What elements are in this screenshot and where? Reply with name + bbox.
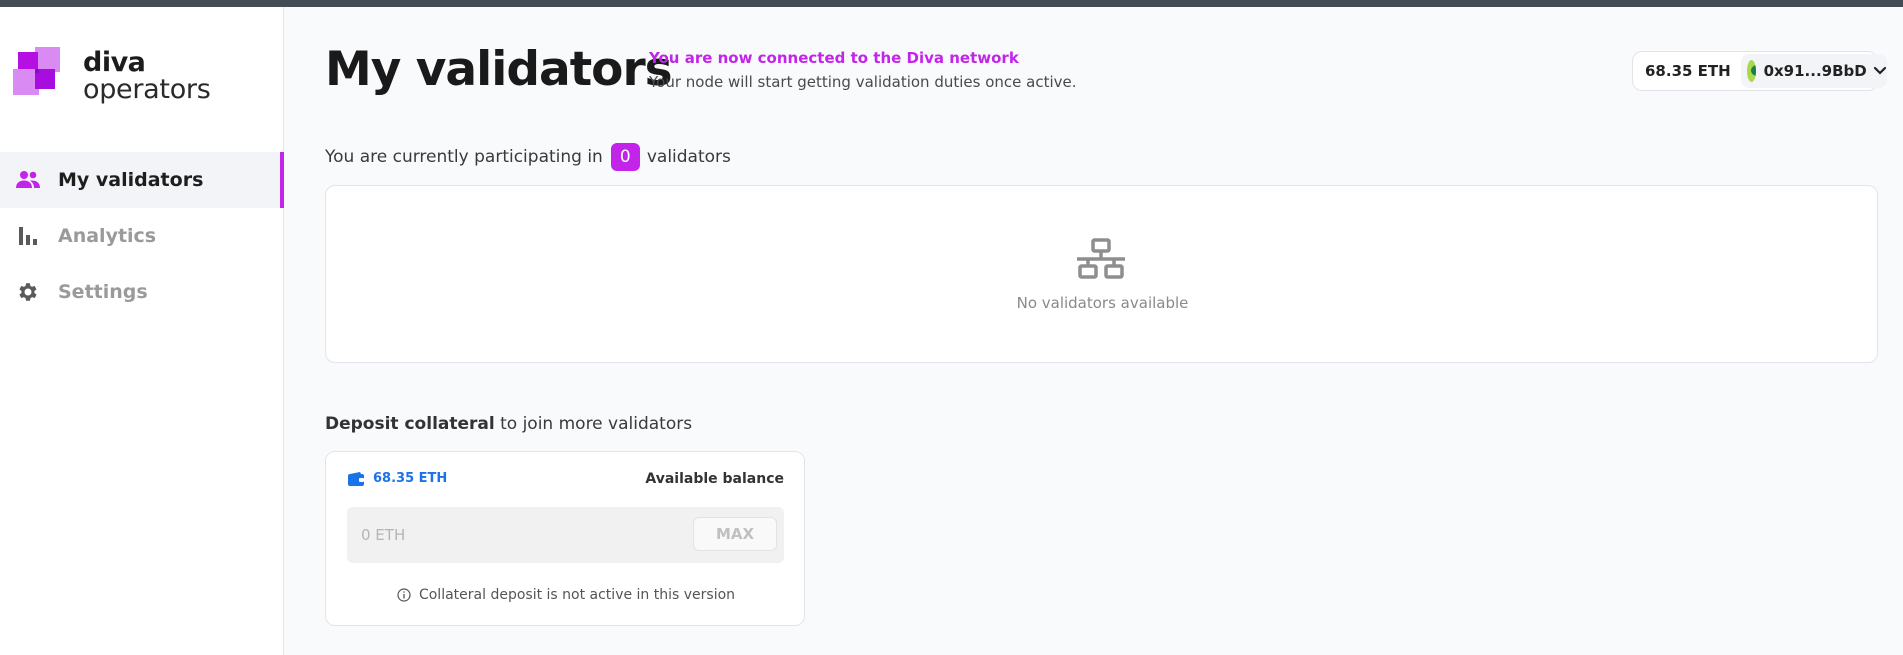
deposit-heading-rest: to join more validators xyxy=(494,414,693,434)
bar-chart-icon xyxy=(15,223,41,249)
sidebar: diva operators My validators Analytics S… xyxy=(0,7,284,655)
deposit-balance: 68.35 ETH xyxy=(373,471,448,486)
page-title: My validators xyxy=(325,42,673,97)
max-button[interactable]: MAX xyxy=(693,517,777,551)
validator-count-badge: 0 xyxy=(610,143,640,171)
participation-suffix: validators xyxy=(646,147,731,167)
sidebar-item-label: My validators xyxy=(58,169,204,191)
sidebar-item-label: Analytics xyxy=(58,225,157,247)
avatar xyxy=(1746,60,1756,82)
sidebar-item-label: Settings xyxy=(58,281,148,303)
deposit-heading: Deposit collateral to join more validato… xyxy=(325,414,692,434)
gear-icon xyxy=(15,279,41,305)
account-button[interactable]: 0x91...9BbD xyxy=(1740,54,1887,88)
deposit-note-text: Collateral deposit is not active in this… xyxy=(418,587,736,603)
info-icon xyxy=(397,588,411,602)
wallet-address: 0x91...9BbD xyxy=(1763,62,1867,80)
sidebar-nav: My validators Analytics Settings xyxy=(0,152,284,320)
chevron-down-icon xyxy=(1873,66,1887,76)
network-icon xyxy=(1077,238,1125,279)
diva-logo-icon xyxy=(13,47,60,95)
logo[interactable]: diva operators xyxy=(13,47,213,117)
logo-title: diva xyxy=(83,47,146,78)
wallet-icon xyxy=(348,472,364,486)
wallet-balance: 68.35 ETH xyxy=(1645,62,1731,80)
people-icon xyxy=(15,167,41,193)
deposit-note: Collateral deposit is not active in this… xyxy=(326,587,806,603)
top-bar xyxy=(0,0,1903,7)
logo-subtitle: operators xyxy=(83,74,211,105)
sidebar-item-settings[interactable]: Settings xyxy=(0,264,284,320)
available-balance-label: Available balance xyxy=(645,471,784,487)
validators-panel: No validators available xyxy=(325,185,1878,363)
wallet-widget: 68.35 ETH 0x91...9BbD xyxy=(1632,51,1887,91)
empty-state-message: No validators available xyxy=(1016,294,1189,312)
deposit-heading-bold: Deposit collateral xyxy=(325,414,495,434)
connection-status: You are now connected to the Diva networ… xyxy=(649,49,1019,67)
participation-summary: You are currently participating in 0 val… xyxy=(325,143,731,171)
sidebar-item-my-validators[interactable]: My validators xyxy=(0,152,284,208)
connection-subtext: Your node will start getting validation … xyxy=(649,73,1077,91)
sidebar-item-analytics[interactable]: Analytics xyxy=(0,208,284,264)
participation-prefix: You are currently participating in xyxy=(325,147,603,167)
deposit-card: 68.35 ETH Available balance MAX Collater… xyxy=(325,451,805,626)
